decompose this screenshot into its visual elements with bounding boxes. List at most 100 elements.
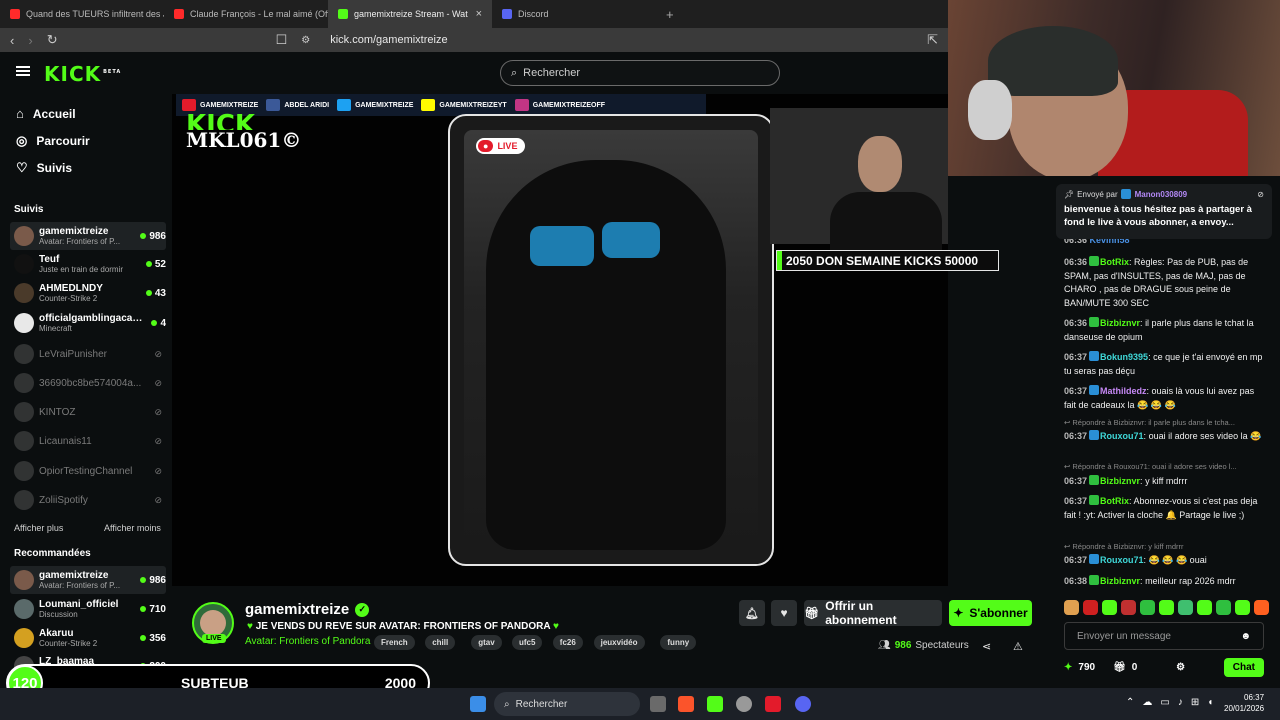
- back-icon[interactable]: ‹: [10, 33, 14, 48]
- site-info-icon[interactable]: ⚙: [301, 35, 310, 46]
- sidebar-channel[interactable]: Loumani_officiel Discussion 710: [10, 595, 166, 623]
- task-view-icon[interactable]: [650, 696, 666, 712]
- sidebar-channel[interactable]: gamemixtreize Avatar: Frontiers of P... 98…: [10, 566, 166, 594]
- browser-tab[interactable]: Claude François - Le mal aimé (Offici: [164, 0, 328, 28]
- chat-message[interactable]: 06:38 Bizbiznvr: meilleur rap 2026 mdrr: [1064, 575, 1264, 589]
- close-tab-icon[interactable]: ×: [476, 8, 482, 20]
- kick-logo[interactable]: KICK BETA: [44, 62, 121, 86]
- pinned-message[interactable]: 📌︎ Envoyé par Manon030809 ⊘ bienvenue à tou…: [1056, 184, 1272, 239]
- follow-button[interactable]: ♥: [771, 600, 797, 626]
- sidebar-nav-suivis[interactable]: ♡ Suivis: [16, 160, 72, 176]
- chat-message[interactable]: 06:37 Rouxou71: 😂 😂 😂 ouai: [1064, 554, 1264, 568]
- sidebar-channel[interactable]: ZoliiSpotify ⊘: [10, 486, 166, 514]
- brave-browser-icon[interactable]: [678, 696, 694, 712]
- emote-icon[interactable]: [1216, 600, 1231, 615]
- message-text: 😂 😂 😂 ouai: [1148, 555, 1207, 565]
- sidebar-channel[interactable]: Licaunais11 ⊘: [10, 427, 166, 455]
- viewer-count: 👥︎ 986 Spectateurs: [878, 640, 969, 651]
- message-user[interactable]: Rouxou71: [1100, 555, 1144, 565]
- message-user[interactable]: Bizbiznvr: [1100, 476, 1140, 486]
- sidebar-channel[interactable]: officialgamblingacad... Minecraft 4: [10, 309, 166, 337]
- sidebar-channel[interactable]: Akaruu Counter-Strike 2 356: [10, 624, 166, 652]
- emote-icon[interactable]: [1197, 600, 1212, 615]
- windows-start-icon[interactable]: [470, 696, 486, 712]
- sidebar-channel[interactable]: KINTOZ ⊘: [10, 398, 166, 426]
- sidebar-nav-accueil[interactable]: ⌂ Accueil: [16, 106, 76, 121]
- browser-tab[interactable]: Discord: [492, 0, 656, 28]
- chat-message[interactable]: 06:37 Mathildedz: ouais là vous lui avez …: [1064, 385, 1264, 412]
- message-user[interactable]: Bizbiznvr: [1100, 576, 1140, 586]
- emote-icon[interactable]: [1140, 600, 1155, 615]
- share-icon[interactable]: ⇱: [927, 32, 938, 48]
- emote-icon[interactable]: [1159, 600, 1174, 615]
- send-chat-button[interactable]: Chat: [1223, 657, 1264, 677]
- message-user[interactable]: Bokun9395: [1100, 352, 1148, 362]
- youtube-icon[interactable]: [765, 696, 781, 712]
- discord-icon[interactable]: [795, 696, 811, 712]
- channel-name[interactable]: gamemixtreize ✓: [245, 601, 370, 618]
- chat-message[interactable]: 06:36 BotRix: Règles: Pas de PUB, pas de …: [1064, 256, 1264, 310]
- chat-message[interactable]: 06:37 Bokun9395: ce que je t'ai envoyé en…: [1064, 351, 1264, 378]
- chat-message[interactable]: 06:37 Rouxou71: ouai il adore ses video l…: [1064, 430, 1264, 444]
- emote-icon[interactable]: [1102, 600, 1117, 615]
- subscribe-button[interactable]: ✦ S'abonner: [949, 600, 1032, 626]
- stream-tag[interactable]: gtav: [471, 635, 502, 650]
- message-user[interactable]: Rouxou71: [1100, 431, 1144, 441]
- message-user[interactable]: BotRix: [1100, 257, 1129, 267]
- taskbar-clock[interactable]: 06:37 20/01/2026: [1224, 692, 1264, 714]
- notification-bell-button[interactable]: 🔔︎: [739, 600, 765, 626]
- badge-icon: [1089, 317, 1100, 327]
- sidebar-channel[interactable]: OpiorTestingChannel ⊘: [10, 457, 166, 485]
- browser-tab[interactable]: gamemixtreize Stream - Wat ×: [328, 0, 492, 28]
- stream-tag[interactable]: French: [374, 635, 415, 650]
- gift-icon[interactable]: 🎁︎: [1113, 662, 1126, 673]
- message-user[interactable]: Mathildedz: [1100, 386, 1147, 396]
- sidebar-channel[interactable]: AHMEDLNDY Counter-Strike 2 43: [10, 279, 166, 307]
- bookmark-icon[interactable]: ☐: [276, 32, 288, 48]
- tab-title: Discord: [518, 9, 549, 19]
- chat-input[interactable]: Envoyer un message ☻: [1064, 622, 1264, 650]
- stream-tag[interactable]: jeuxvidéo: [593, 635, 645, 650]
- sidebar-channel[interactable]: LeVraiPunisher ⊘: [10, 340, 166, 368]
- message-user[interactable]: Bizbiznvr: [1100, 318, 1140, 328]
- sidebar-channel[interactable]: Teuf Juste en train de dormir 52: [10, 250, 166, 278]
- new-tab-icon[interactable]: +: [666, 7, 674, 22]
- emote-icon[interactable]: [1235, 600, 1250, 615]
- forward-icon[interactable]: ›: [28, 33, 32, 48]
- stream-tag[interactable]: ufc5: [512, 635, 543, 650]
- menu-icon[interactable]: [16, 66, 30, 76]
- share-icon[interactable]: ⋖: [982, 640, 991, 653]
- settings-icon[interactable]: ⚙: [1176, 662, 1185, 673]
- followed-heading: Suivis: [14, 204, 44, 215]
- sidebar-nav-parcourir[interactable]: ◎ Parcourir: [16, 133, 90, 149]
- stream-tag[interactable]: chill: [425, 635, 456, 650]
- emote-icon[interactable]: [1254, 600, 1269, 615]
- emote-icon[interactable]: [1121, 600, 1136, 615]
- emote-icon[interactable]: [1083, 600, 1098, 615]
- hide-icon[interactable]: ⊘: [1257, 190, 1264, 199]
- emote-icon[interactable]: [1064, 600, 1079, 615]
- stream-category[interactable]: Avatar: Frontiers of Pandora: [245, 636, 370, 647]
- taskbar-search[interactable]: ⌕ Rechercher: [494, 692, 640, 716]
- sidebar-channel[interactable]: gamemixtreize Avatar: Frontiers of P... 98…: [10, 222, 166, 250]
- chat-message[interactable]: 06:37 BotRix: Abonnez-vous si c'est pas d…: [1064, 495, 1264, 522]
- gift-sub-button[interactable]: 🎁︎ Offrir un abonnement: [804, 599, 942, 627]
- chat-message[interactable]: 06:36 Bizbiznvr: il parle plus dans le tc…: [1064, 317, 1264, 344]
- emoji-icon[interactable]: ☻: [1240, 631, 1251, 642]
- url-field[interactable]: kick.com/gamemixtreize: [330, 34, 447, 46]
- search-input[interactable]: ⌕ Rechercher: [500, 60, 780, 86]
- obs-icon[interactable]: [736, 696, 752, 712]
- reload-icon[interactable]: ↻: [47, 32, 58, 48]
- kick-app-icon[interactable]: [707, 696, 723, 712]
- system-tray-icons[interactable]: ⌃☁▭♪⊞◖: [1126, 697, 1221, 708]
- show-less-button[interactable]: Afficher moins: [104, 523, 161, 533]
- emote-icon[interactable]: [1178, 600, 1193, 615]
- stream-tag[interactable]: funny: [660, 635, 697, 650]
- show-more-button[interactable]: Afficher plus: [14, 523, 63, 533]
- message-user[interactable]: BotRix: [1100, 496, 1129, 506]
- sidebar-channel[interactable]: 36690bc8be574004a... ⊘: [10, 369, 166, 397]
- chat-message[interactable]: 06:37 Bizbiznvr: y kiff mdrrr: [1064, 475, 1264, 489]
- browser-tab[interactable]: Quand des TUEURS infiltrent des JEU: [0, 0, 164, 28]
- stream-tag[interactable]: fc26: [552, 635, 583, 650]
- report-icon[interactable]: ⚠: [1013, 640, 1023, 653]
